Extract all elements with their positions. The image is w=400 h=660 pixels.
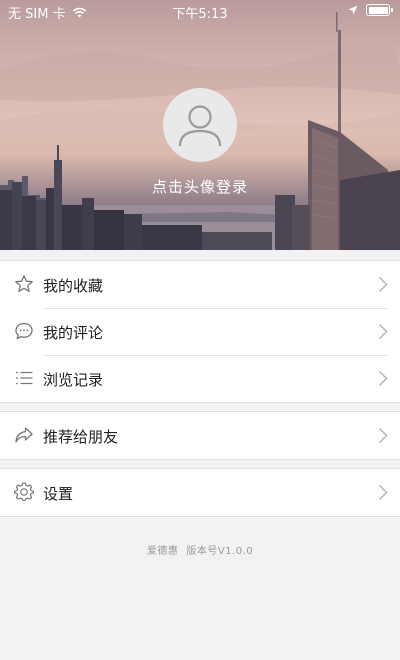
menu-item-favorites[interactable]: 我的收藏	[0, 261, 400, 308]
chevron-right-icon	[378, 484, 388, 501]
menu-group-share: 推荐给朋友	[0, 411, 400, 460]
menu-item-comments[interactable]: 我的评论	[0, 308, 400, 355]
chevron-right-icon	[378, 323, 388, 340]
version-number: 版本号V1.0.0	[186, 546, 254, 557]
menu-group-settings: 设置	[0, 468, 400, 517]
menu-item-history[interactable]: 浏览记录	[0, 355, 400, 402]
status-right	[348, 4, 393, 16]
star-icon	[15, 275, 33, 292]
status-bar: 无 SIM 卡 下午5:13	[0, 0, 400, 22]
version-info: 爱德惠 版本号V1.0.0	[0, 542, 400, 557]
menu-item-label: 推荐给朋友	[43, 428, 119, 446]
battery-icon	[366, 4, 393, 16]
comment-icon	[15, 322, 33, 340]
location-arrow-icon	[348, 5, 358, 15]
app-name: 爱德惠	[146, 546, 179, 557]
menu-item-label: 浏览记录	[43, 371, 104, 389]
menu-item-recommend[interactable]: 推荐给朋友	[0, 412, 400, 459]
menu-item-label: 设置	[43, 485, 74, 503]
chevron-right-icon	[378, 276, 388, 293]
login-prompt[interactable]: 点击头像登录	[0, 176, 400, 197]
chevron-right-icon	[378, 370, 388, 387]
menu-group-personal: 我的收藏 我的评论 浏览记录	[0, 260, 400, 403]
profile-header: 无 SIM 卡 下午5:13 点击头像登录	[0, 0, 400, 250]
menu-item-settings[interactable]: 设置	[0, 469, 400, 516]
gear-icon	[14, 482, 34, 501]
share-icon	[15, 427, 33, 443]
menu-item-label: 我的收藏	[43, 277, 104, 295]
menu-item-label: 我的评论	[43, 324, 104, 342]
status-time: 下午5:13	[172, 7, 228, 22]
avatar-button[interactable]	[163, 88, 237, 162]
list-icon	[16, 371, 33, 385]
chevron-right-icon	[378, 427, 388, 444]
user-placeholder-icon	[178, 105, 222, 147]
